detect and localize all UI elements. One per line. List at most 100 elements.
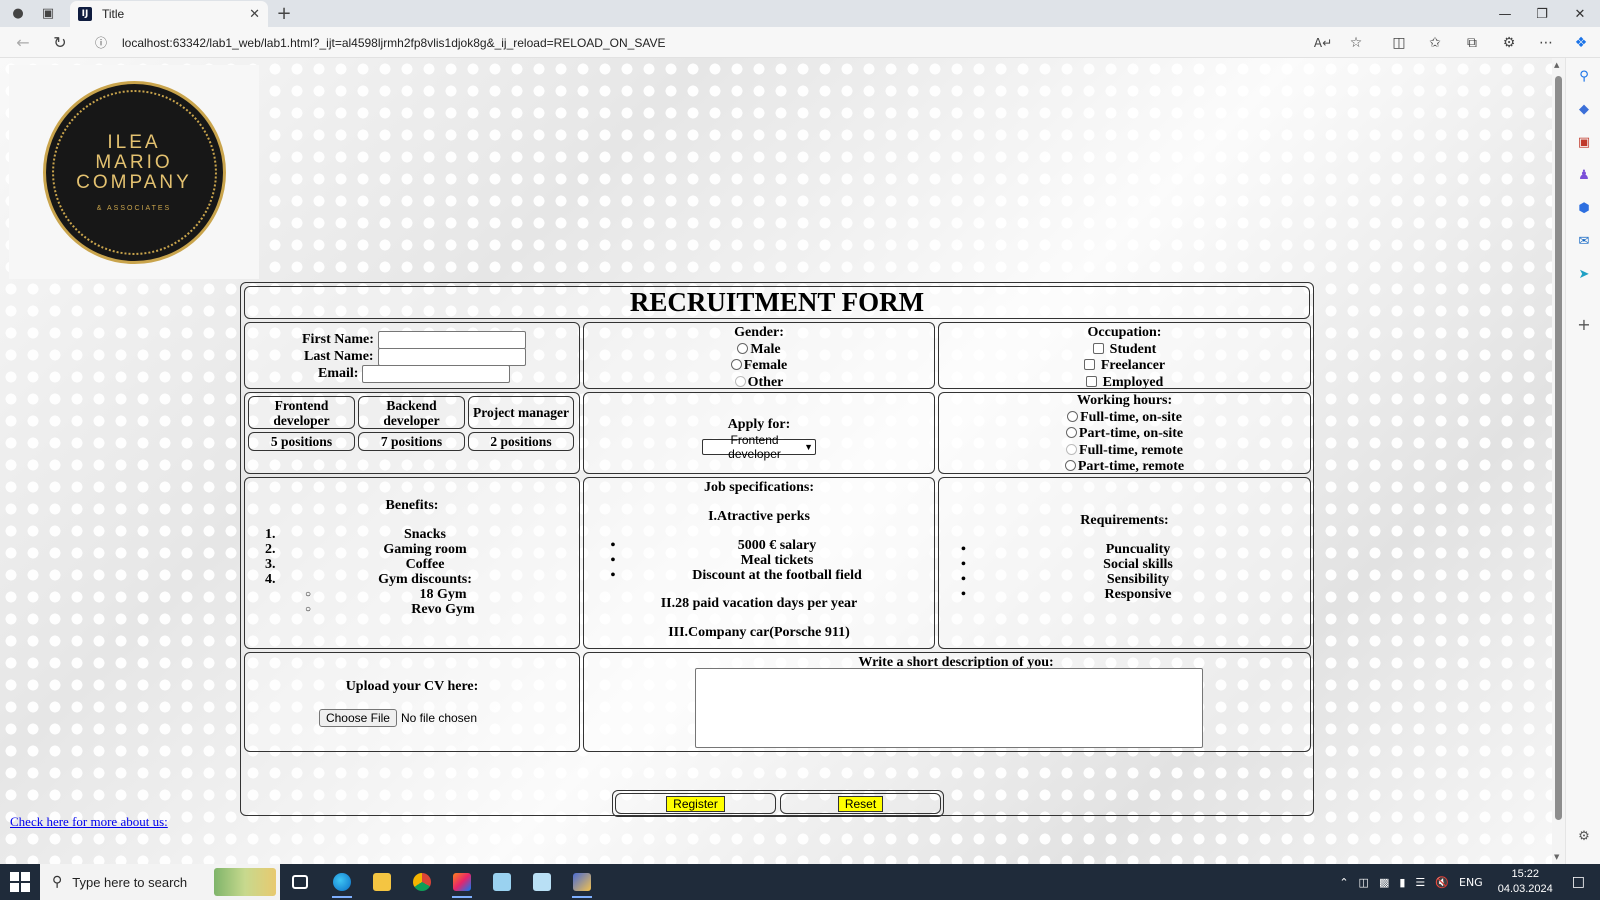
close-window-icon[interactable]: ✕	[1560, 3, 1600, 25]
hours-option-parttime-remote[interactable]: Part-time, remote	[939, 459, 1310, 476]
occupation-option-freelancer[interactable]: Freelancer	[939, 358, 1310, 375]
gender-other-label: Other	[747, 374, 784, 390]
split-screen-icon[interactable]: ◫	[1388, 32, 1410, 54]
occupation-cell: Occupation: Student Freelancer Employed	[938, 322, 1311, 392]
toolbox-icon[interactable]: ▣	[1574, 132, 1594, 152]
notifications-icon[interactable]: □	[1572, 874, 1585, 890]
scroll-down-icon[interactable]: ▼	[1554, 853, 1559, 861]
refresh-icon[interactable]: ↻	[48, 31, 72, 53]
chevron-up-icon[interactable]: ⌃	[1339, 876, 1348, 889]
language-indicator[interactable]: ENG	[1459, 876, 1483, 889]
games-icon[interactable]: ♟	[1574, 165, 1594, 185]
occupation-option-employed[interactable]: Employed	[939, 375, 1310, 392]
radio-fulltime-remote[interactable]	[1066, 443, 1078, 455]
intellij-favicon-icon: IJ	[78, 7, 92, 21]
description-cell: Write a short description of you:	[583, 652, 1311, 752]
edge-browser-icon[interactable]	[326, 868, 358, 898]
scroll-up-icon[interactable]: ▲	[1554, 61, 1559, 69]
description-textarea[interactable]	[695, 668, 1203, 748]
more-menu-icon[interactable]: ⋯	[1535, 32, 1557, 54]
requirement-text: Responsive	[1104, 587, 1172, 602]
reset-button[interactable]: Reset	[837, 795, 884, 812]
first-name-input[interactable]	[377, 331, 526, 349]
browser-tab-bar: ● ▣ IJ Title ✕ + — ❐ ✕	[0, 0, 1600, 27]
benefit-item: 3. Coffee	[265, 557, 565, 572]
radio-female[interactable]	[730, 359, 742, 370]
outlook-icon[interactable]: ✉	[1574, 231, 1594, 251]
scrollbar-thumb[interactable]	[1555, 76, 1562, 820]
occupation-option-student[interactable]: Student	[939, 342, 1310, 359]
gender-male-label: Male	[750, 341, 781, 357]
radio-parttime-onsite[interactable]	[1065, 427, 1077, 438]
profile-icon[interactable]: ●	[6, 2, 30, 24]
chrome-icon[interactable]	[406, 868, 438, 896]
file-input[interactable]: Choose File No file chosen	[217, 709, 579, 727]
more-about-us-link[interactable]: Check here for more about us:	[10, 814, 168, 830]
hours-option-fulltime-remote[interactable]: Full-time, remote	[939, 443, 1310, 460]
extensions-icon[interactable]: ⚙	[1498, 32, 1520, 54]
choose-file-button[interactable]: Choose File	[318, 709, 397, 727]
hours-option-parttime-onsite[interactable]: Part-time, on-site	[939, 426, 1310, 443]
email-input[interactable]	[362, 365, 511, 383]
read-aloud-icon[interactable]: A↵	[1312, 32, 1334, 54]
favorites-icon[interactable]: ✩	[1424, 32, 1446, 54]
notepad-icon-2[interactable]	[526, 868, 558, 896]
copilot-icon[interactable]: ❖	[1570, 32, 1592, 54]
radio-parttime-remote[interactable]	[1064, 460, 1076, 471]
site-info-icon[interactable]: ⓘ	[90, 34, 112, 51]
file-explorer-icon[interactable]	[366, 868, 398, 896]
tag-icon[interactable]: ◆	[1574, 99, 1594, 119]
apply-for-select[interactable]: Frontend developer ▼	[702, 433, 816, 461]
page-scrollbar[interactable]: ▲ ▼	[1552, 58, 1565, 864]
logo-line-2: MARIO	[95, 151, 173, 173]
edge-sidebar: ⚲ ◆ ▣ ♟ ⬢ ✉ ➤ + ⚙	[1565, 58, 1600, 864]
hours-option-fulltime-onsite[interactable]: Full-time, on-site	[939, 410, 1310, 427]
back-icon[interactable]: ←	[11, 31, 35, 53]
radio-fulltime-onsite[interactable]	[1067, 410, 1079, 422]
radio-other[interactable]	[734, 375, 746, 387]
gender-option-other[interactable]: Other	[584, 375, 934, 392]
close-tab-icon[interactable]: ✕	[249, 7, 260, 22]
new-tab-icon[interactable]: +	[272, 2, 296, 24]
send-icon[interactable]: ➤	[1574, 264, 1594, 284]
requirement-item: • Responsive	[961, 587, 1301, 602]
url-box[interactable]: ⓘ localhost:63342/lab1_web/lab1.html?_ij…	[90, 30, 1370, 55]
remote-app-icon[interactable]	[566, 868, 598, 898]
intellij-icon[interactable]	[446, 868, 478, 898]
settings-gear-icon[interactable]: ⚙	[1574, 826, 1594, 846]
clock[interactable]: 15:22 04.03.2024	[1498, 867, 1553, 897]
perk-item: • Meal tickets	[584, 553, 934, 568]
gender-option-male[interactable]: Male	[584, 342, 934, 359]
page-viewport: ILEA MARIO COMPANY & ASSOCIATES RECRUITM…	[0, 58, 1552, 864]
checkbox-freelancer[interactable]	[1083, 359, 1095, 370]
meet-icon[interactable]: ▩	[1379, 876, 1389, 889]
task-view-icon[interactable]	[284, 868, 316, 896]
last-name-input[interactable]	[377, 348, 526, 366]
minimize-icon[interactable]: —	[1485, 3, 1525, 25]
working-hours-cell: Working hours: Full-time, on-site Part-t…	[938, 392, 1311, 474]
network-drive-icon[interactable]: ◫	[1359, 876, 1369, 889]
notepad-icon[interactable]	[486, 868, 518, 896]
checkbox-student[interactable]	[1092, 342, 1104, 354]
bullet-icon: •	[961, 587, 966, 602]
battery-icon[interactable]: ▮	[1399, 876, 1405, 889]
circle-bullet-icon: ○	[305, 589, 312, 600]
add-icon[interactable]: +	[1574, 314, 1594, 334]
logo-line-1: ILEA	[107, 131, 161, 153]
radio-male[interactable]	[737, 342, 749, 354]
windows-start-icon[interactable]	[10, 872, 30, 892]
taskbar-search[interactable]: ⚲ Type here to search	[40, 864, 280, 900]
favorite-star-icon[interactable]: ☆	[1345, 32, 1367, 54]
search-icon[interactable]: ⚲	[1574, 66, 1594, 86]
wifi-icon[interactable]: ☰	[1415, 876, 1425, 889]
collections-icon[interactable]: ⧉	[1461, 32, 1483, 54]
office-icon[interactable]: ⬢	[1574, 198, 1594, 218]
tab-actions-icon[interactable]: ▣	[36, 2, 60, 24]
position-title-frontend: Frontend developer	[248, 396, 355, 429]
restore-icon[interactable]: ❐	[1522, 3, 1562, 25]
volume-muted-icon[interactable]: 🔇	[1435, 876, 1449, 889]
browser-tab[interactable]: IJ Title ✕	[70, 1, 268, 27]
register-button[interactable]: Register	[666, 795, 725, 812]
checkbox-employed[interactable]	[1085, 375, 1097, 387]
gender-option-female[interactable]: Female	[584, 358, 934, 375]
